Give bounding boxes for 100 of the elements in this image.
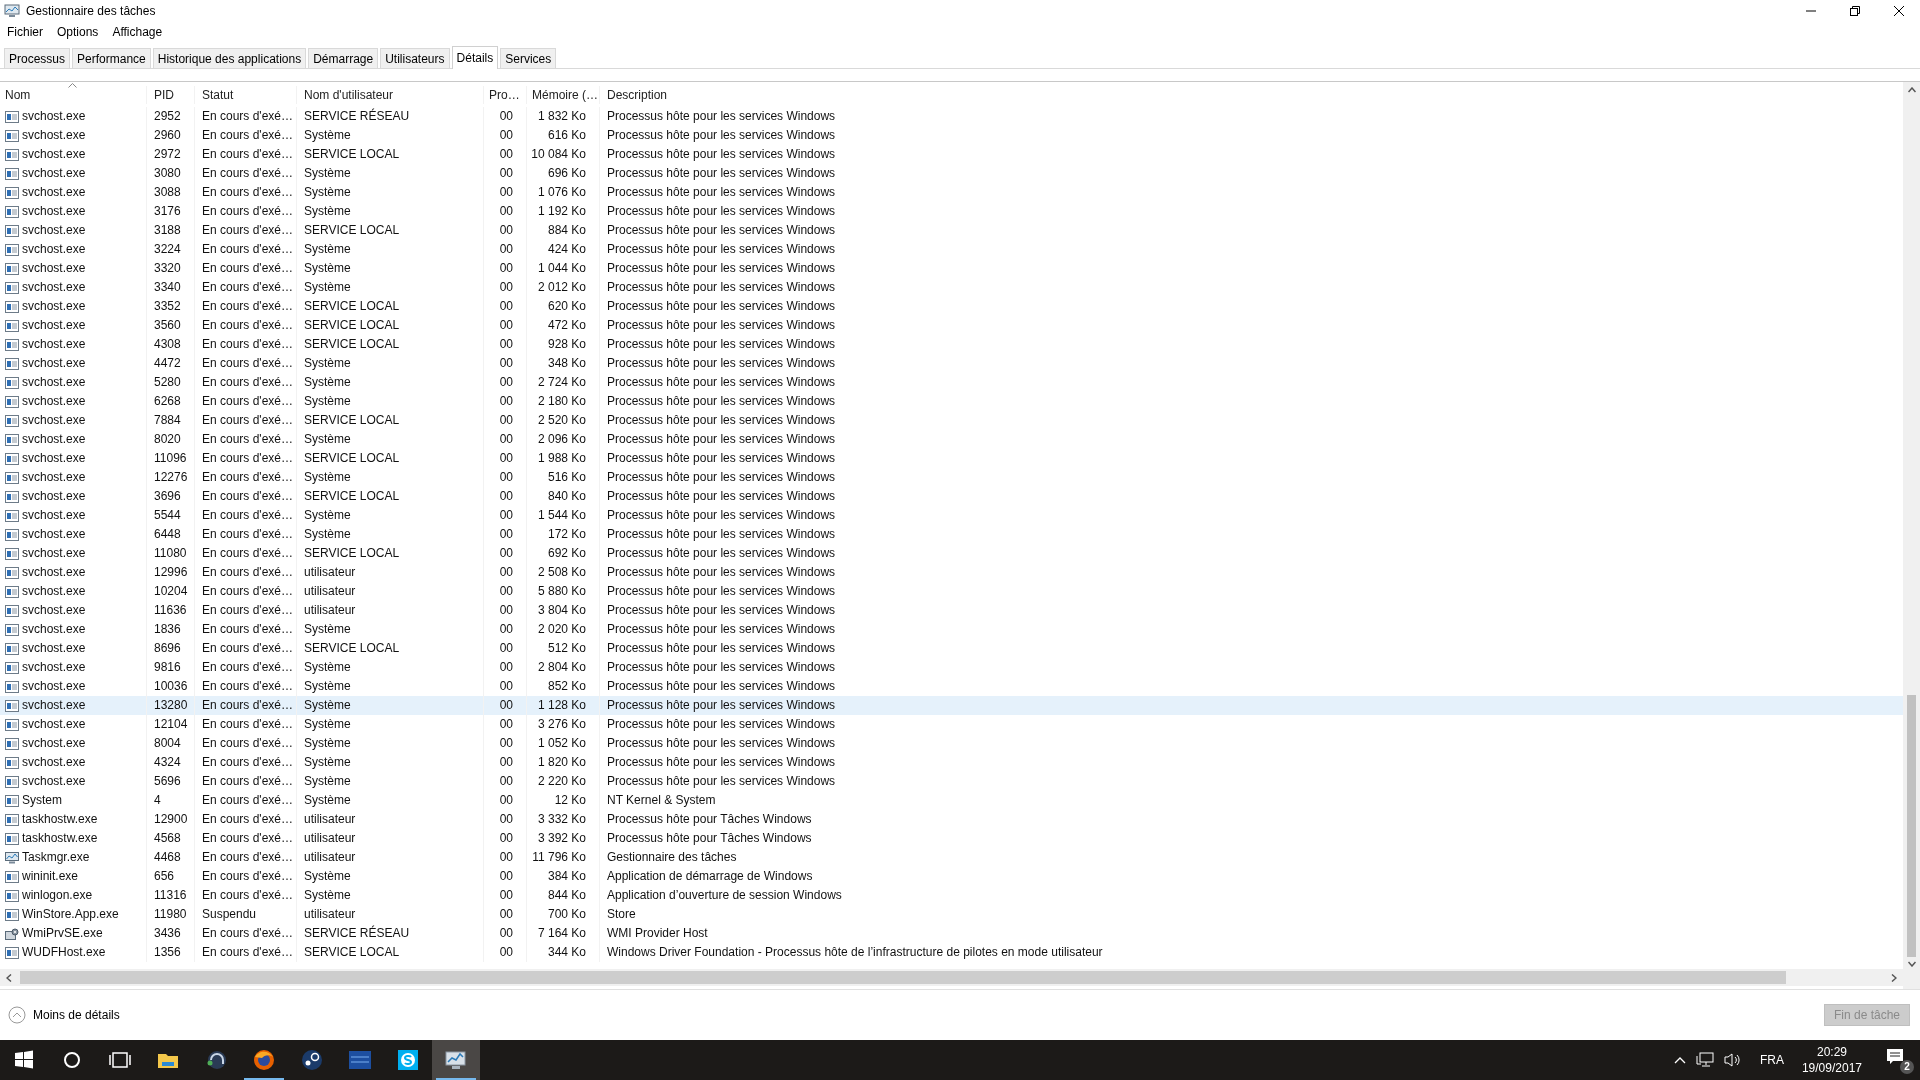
scroll-left-icon[interactable] xyxy=(6,973,12,982)
table-cell: 11096 xyxy=(147,449,195,468)
language-indicator[interactable]: FRA xyxy=(1759,1053,1784,1067)
app-window-icon xyxy=(5,946,19,959)
table-cell: 3176 xyxy=(147,202,195,221)
table-cell: 348 Ko xyxy=(527,354,600,373)
table-cell-text: Processus hôte pour les services Windows xyxy=(606,659,837,676)
table-cell: En cours d'exé… xyxy=(195,221,297,240)
scrollbar-thumb[interactable] xyxy=(20,971,1786,984)
app-window-icon xyxy=(5,623,19,636)
clock-date[interactable]: 19/09/2017 xyxy=(1801,1060,1862,1076)
app-window-icon xyxy=(5,870,19,883)
table-cell: utilisateur xyxy=(297,563,484,582)
notification-icon[interactable] xyxy=(1886,1048,1904,1066)
table-cell: 4308 xyxy=(147,335,195,354)
table-cell: En cours d'exé… xyxy=(195,164,297,183)
menu-item[interactable]: Options xyxy=(57,25,99,39)
table-cell-text: taskhostw.exe xyxy=(22,830,98,847)
table-cell: 00 xyxy=(484,335,527,354)
scroll-up-icon[interactable] xyxy=(1907,87,1916,93)
table-cell: 00 xyxy=(484,791,527,810)
table-cell: 2960 xyxy=(147,126,195,145)
table-cell: En cours d'exé… xyxy=(195,658,297,677)
selected-row-highlight[interactable]: svchost.exe 13280 En cours d'exé… Système 00 1 128 Ko Processus hôte pour les services Windows xyxy=(0,696,1903,715)
table-cell-text: winlogon.exe xyxy=(22,887,93,904)
tab[interactable]: Utilisateurs xyxy=(380,48,450,68)
table-cell: 00 xyxy=(484,145,527,164)
column-header[interactable]: PID xyxy=(147,86,195,104)
tab[interactable]: Démarrage xyxy=(308,48,379,68)
table-cell: En cours d'exé… xyxy=(195,848,297,867)
table-cell: utilisateur xyxy=(297,601,484,620)
table-cell-text: svchost.exe xyxy=(22,507,86,524)
table-cell: Système xyxy=(297,753,484,772)
table-cell: 4 xyxy=(147,791,195,810)
scroll-right-icon[interactable] xyxy=(1891,973,1897,982)
horizontal-scrollbar[interactable] xyxy=(0,969,1903,986)
table-cell-text: Gestionnaire des tâches xyxy=(606,849,738,866)
table-cell: 884 Ko xyxy=(527,221,600,240)
table-cell: 00 xyxy=(484,449,527,468)
table-cell-text: svchost.exe xyxy=(22,697,86,714)
network-icon[interactable] xyxy=(1695,1052,1714,1068)
tab[interactable]: Historique des applications xyxy=(152,48,307,68)
scrollbar-thumb[interactable] xyxy=(1907,695,1916,957)
table-cell-text: svchost.exe xyxy=(22,165,86,182)
table-cell-text: svchost.exe xyxy=(22,640,86,657)
tab[interactable]: Performance xyxy=(72,48,151,68)
close-icon[interactable] xyxy=(1894,6,1904,16)
tab[interactable]: Processus xyxy=(4,48,71,68)
table-cell: Système xyxy=(297,202,484,221)
app-window-icon xyxy=(5,167,19,180)
collapse-chevron-icon[interactable] xyxy=(8,1006,26,1024)
table-cell: 6448 xyxy=(147,525,195,544)
globe-logo-icon xyxy=(252,1048,276,1072)
table-cell: Système xyxy=(297,886,484,905)
less-details-link[interactable]: Moins de détails xyxy=(33,1008,120,1022)
table-cell: 00 xyxy=(484,848,527,867)
table-cell: 00 xyxy=(484,867,527,886)
column-header[interactable]: Nom xyxy=(0,86,147,104)
menu-item[interactable]: Affichage xyxy=(112,25,163,39)
table-cell: 620 Ko xyxy=(527,297,600,316)
table-cell: 00 xyxy=(484,563,527,582)
column-header[interactable]: Pro… xyxy=(484,86,527,104)
column-header[interactable]: Description xyxy=(600,86,1903,104)
table-cell: SERVICE LOCAL xyxy=(297,316,484,335)
tab[interactable]: Détails xyxy=(451,46,499,69)
vertical-scrollbar[interactable] xyxy=(1903,82,1920,989)
table-cell: En cours d'exé… xyxy=(195,582,297,601)
tab[interactable]: Services xyxy=(500,48,557,68)
table-cell: 12900 xyxy=(147,810,195,829)
taskbar-button[interactable] xyxy=(432,1040,480,1080)
scroll-down-icon[interactable] xyxy=(1907,961,1916,967)
column-header[interactable]: Nom d'utilisateur xyxy=(297,86,484,104)
table-cell-text: Processus hôte pour les services Windows xyxy=(606,621,837,638)
table-cell-text: svchost.exe xyxy=(22,469,86,486)
app-window-icon xyxy=(5,756,19,769)
window-title: Gestionnaire des tâches xyxy=(26,4,156,18)
table-cell: Système xyxy=(297,183,484,202)
table-cell: 00 xyxy=(484,126,527,145)
table-cell-text: Processus hôte pour les services Windows xyxy=(606,602,837,619)
table-cell: 1356 xyxy=(147,943,195,962)
table-cell-text: svchost.exe xyxy=(22,621,86,638)
column-header[interactable]: Statut xyxy=(195,86,297,104)
caret-up-icon[interactable] xyxy=(1673,1056,1686,1064)
table-cell-text: Processus hôte pour les services Windows xyxy=(606,393,837,410)
table-cell: 656 xyxy=(147,867,195,886)
table-cell: 3560 xyxy=(147,316,195,335)
table-cell-text: svchost.exe xyxy=(22,564,86,581)
app-window-icon xyxy=(5,604,19,617)
table-cell: Système xyxy=(297,278,484,297)
column-header[interactable]: Mémoire (… xyxy=(527,86,600,104)
table-cell: 10 084 Ko xyxy=(527,145,600,164)
clock-time[interactable]: 20:29 xyxy=(1816,1044,1847,1060)
table-cell: En cours d'exé… xyxy=(195,278,297,297)
disc-logo-icon xyxy=(300,1048,324,1072)
restore-icon[interactable] xyxy=(1850,6,1860,16)
speaker-icon[interactable] xyxy=(1723,1052,1742,1068)
menu-item[interactable]: Fichier xyxy=(7,25,43,39)
table-cell: SERVICE LOCAL xyxy=(297,297,484,316)
table-cell: utilisateur xyxy=(297,829,484,848)
table-cell: Système xyxy=(297,392,484,411)
